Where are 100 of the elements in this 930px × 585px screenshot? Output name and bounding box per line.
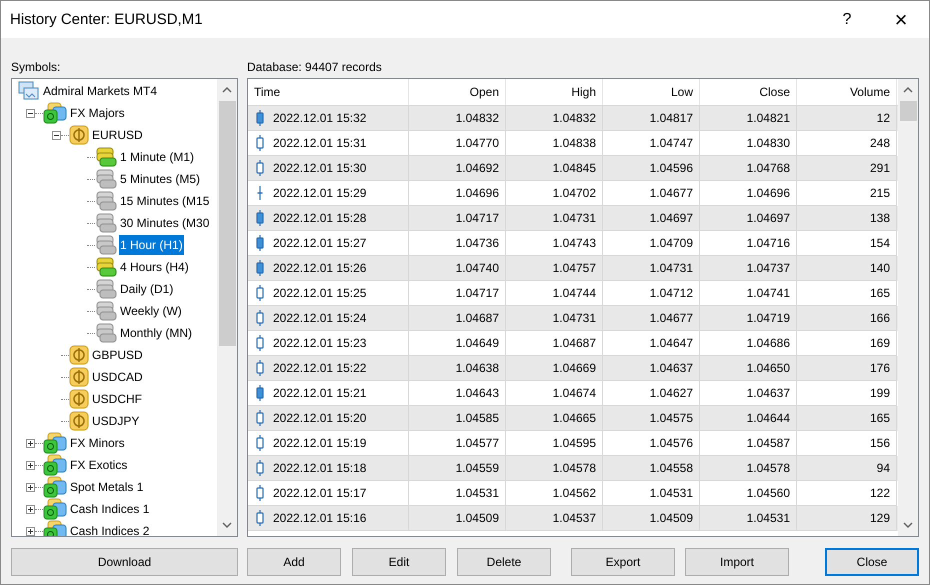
column-header[interactable]: Low bbox=[603, 79, 700, 105]
dialog-button[interactable]: Edit bbox=[352, 548, 446, 576]
candle-icon bbox=[256, 110, 264, 126]
help-button[interactable]: ? bbox=[824, 1, 870, 38]
table-cell: 1.04578 bbox=[552, 461, 596, 475]
dialog-button[interactable]: Close bbox=[825, 548, 919, 576]
table-cell: 1.04741 bbox=[746, 286, 790, 300]
tree-item[interactable]: 4 Hours (H4) bbox=[119, 257, 190, 277]
tree-item[interactable]: Spot Metals 1 bbox=[69, 477, 144, 497]
table-cell: 129 bbox=[870, 511, 890, 525]
tree-item[interactable]: 15 Minutes (M15 bbox=[119, 191, 210, 211]
scroll-down-icon[interactable] bbox=[222, 522, 232, 528]
table-cell: 1.04717 bbox=[456, 211, 499, 225]
table-cell: 1.04649 bbox=[456, 336, 499, 350]
tree-item[interactable]: Monthly (MN) bbox=[119, 323, 194, 343]
tree-item[interactable]: 30 Minutes (M30 bbox=[119, 213, 210, 233]
candle-icon bbox=[256, 135, 264, 151]
table-cell: 156 bbox=[870, 436, 890, 450]
candle-icon bbox=[256, 160, 264, 176]
tree-item[interactable]: GBPUSD bbox=[91, 345, 144, 365]
table-cell: 166 bbox=[870, 311, 890, 325]
tree-item[interactable]: Cash Indices 1 bbox=[69, 499, 150, 519]
table-cell: 165 bbox=[870, 286, 890, 300]
tree-item[interactable]: USDCHF bbox=[91, 389, 143, 409]
dialog-button[interactable]: Add bbox=[247, 548, 341, 576]
table-cell: 1.04817 bbox=[650, 111, 693, 125]
tree-item[interactable]: 1 Minute (M1) bbox=[119, 147, 196, 167]
expand-toggle-icon[interactable] bbox=[26, 438, 35, 448]
table-cell: 1.04595 bbox=[552, 436, 596, 450]
column-header[interactable]: Volume bbox=[797, 79, 897, 105]
table-cell: 1.04696 bbox=[456, 186, 499, 200]
dialog-button[interactable]: Delete bbox=[457, 548, 551, 576]
tree-item[interactable]: USDCAD bbox=[91, 367, 144, 387]
table-cell: 2022.12.01 15:23 bbox=[273, 336, 366, 350]
table-cell: 2022.12.01 15:19 bbox=[273, 436, 366, 450]
coin-icon bbox=[69, 345, 89, 365]
table-cell: 1.04531 bbox=[746, 511, 790, 525]
expand-toggle-icon[interactable] bbox=[26, 504, 35, 514]
cross-candle-icon bbox=[256, 185, 264, 201]
table-cell: 2022.12.01 15:25 bbox=[273, 286, 366, 300]
expand-toggle-icon[interactable] bbox=[26, 108, 35, 118]
table-cell: 1.04674 bbox=[552, 386, 596, 400]
table-cell: 2022.12.01 15:16 bbox=[273, 511, 366, 525]
table-cell: 1.04832 bbox=[552, 111, 596, 125]
folder-icon bbox=[43, 454, 67, 476]
download-button[interactable]: Download bbox=[11, 548, 238, 576]
table-cell: 1.04832 bbox=[456, 111, 499, 125]
coin-icon bbox=[69, 367, 89, 387]
folder-icon bbox=[43, 102, 67, 124]
table-cell: 122 bbox=[870, 486, 890, 500]
column-header[interactable]: High bbox=[506, 79, 603, 105]
table-cell: 1.04687 bbox=[552, 336, 596, 350]
tree-item[interactable]: Admiral Markets MT4 bbox=[42, 81, 158, 101]
table-cell: 2022.12.01 15:21 bbox=[273, 386, 366, 400]
table-cell: 165 bbox=[870, 411, 890, 425]
scroll-up-icon[interactable] bbox=[222, 87, 232, 93]
expand-toggle-icon[interactable] bbox=[52, 130, 61, 140]
candle-icon bbox=[256, 360, 264, 376]
tree-item[interactable]: EURUSD bbox=[91, 125, 144, 145]
table-cell: 215 bbox=[870, 186, 890, 200]
table-cell: 94 bbox=[876, 461, 890, 475]
column-header[interactable]: Open bbox=[409, 79, 506, 105]
table-cell: 2022.12.01 15:29 bbox=[273, 186, 366, 200]
dialog-button[interactable]: Import bbox=[685, 548, 789, 576]
tree-item[interactable]: Daily (D1) bbox=[119, 279, 174, 299]
scroll-down-icon[interactable] bbox=[903, 522, 913, 528]
close-button[interactable]: × bbox=[878, 1, 924, 38]
column-header[interactable]: Time bbox=[248, 79, 409, 105]
table-cell: 1.04845 bbox=[552, 161, 596, 175]
tree-item[interactable]: 5 Minutes (M5) bbox=[119, 169, 202, 189]
table-cell: 1.04596 bbox=[650, 161, 693, 175]
candle-icon bbox=[256, 260, 264, 276]
table-cell: 1.04558 bbox=[650, 461, 693, 475]
tree-item[interactable]: FX Minors bbox=[69, 433, 126, 453]
expand-toggle-icon[interactable] bbox=[26, 460, 35, 470]
table-cell: 1.04731 bbox=[552, 311, 596, 325]
tree-item[interactable]: Cash Indices 2 bbox=[69, 521, 150, 536]
tree-item[interactable]: USDJPY bbox=[91, 411, 140, 431]
table-cell: 2022.12.01 15:22 bbox=[273, 361, 366, 375]
tree-item[interactable]: FX Exotics bbox=[69, 455, 128, 475]
expand-toggle-icon[interactable] bbox=[26, 526, 35, 536]
table-cell: 1.04712 bbox=[650, 286, 693, 300]
column-header[interactable]: Close bbox=[700, 79, 797, 105]
table-cell: 1.04647 bbox=[650, 336, 693, 350]
candle-icon bbox=[256, 285, 264, 301]
candle-icon bbox=[256, 435, 264, 451]
tree-item[interactable]: 1 Hour (H1) bbox=[119, 235, 184, 255]
table-cell: 248 bbox=[870, 136, 890, 150]
table-cell: 1.04637 bbox=[650, 361, 693, 375]
scrollbar-thumb[interactable] bbox=[900, 101, 916, 121]
table-cell: 1.04687 bbox=[456, 311, 499, 325]
candle-icon bbox=[256, 410, 264, 426]
table-cell: 1.04509 bbox=[456, 511, 499, 525]
expand-toggle-icon[interactable] bbox=[26, 482, 35, 492]
tree-item[interactable]: FX Majors bbox=[69, 103, 126, 123]
tree-item[interactable]: Weekly (W) bbox=[119, 301, 183, 321]
table-cell: 1.04770 bbox=[456, 136, 499, 150]
scrollbar-thumb[interactable] bbox=[218, 101, 236, 346]
scroll-up-icon[interactable] bbox=[903, 87, 913, 93]
dialog-button[interactable]: Export bbox=[571, 548, 675, 576]
